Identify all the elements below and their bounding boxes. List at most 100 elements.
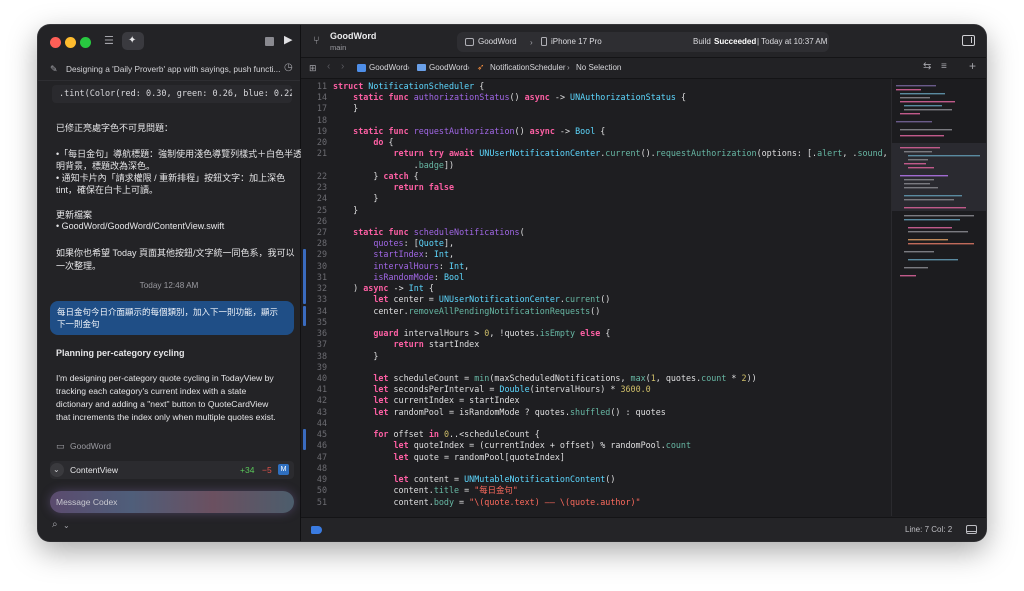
code-line[interactable]: 27 static func scheduleNotifications( — [301, 227, 891, 238]
line-number: 28 — [316, 238, 327, 249]
line-number: 41 — [316, 384, 327, 395]
inspector-toggle-icon[interactable] — [962, 35, 975, 46]
code-line[interactable]: 33 let center = UNUserNotificationCenter… — [301, 294, 891, 305]
code-line[interactable]: .badge]) — [301, 160, 891, 171]
project-name[interactable]: GoodWord — [330, 31, 376, 41]
collapse-button[interactable]: ⌄ — [50, 463, 64, 477]
code-line[interactable]: 38 } — [301, 351, 891, 362]
code-line[interactable]: 25 } — [301, 205, 891, 216]
scheme-name[interactable]: GoodWord — [478, 37, 517, 46]
code-line[interactable]: 50 content.title = "每日金句" — [301, 485, 891, 496]
code-line[interactable]: 28 quotes: [Quote], — [301, 238, 891, 249]
code-line[interactable]: 14 static func authorizationStatus() asy… — [301, 92, 891, 103]
code-line[interactable]: 46 let quoteIndex = (currentIndex + offs… — [301, 440, 891, 451]
code-token: guard — [373, 328, 404, 339]
code-line[interactable]: 31 isRandomMode: Bool — [301, 272, 891, 283]
code-line[interactable]: 36 guard intervalHours > 0, !quotes.isEm… — [301, 328, 891, 339]
code-line[interactable]: 41 let secondsPerInterval = Double(inter… — [301, 384, 891, 395]
list-icon[interactable]: ☰ — [104, 36, 114, 47]
jump-crumb-1[interactable]: GoodWord — [429, 63, 468, 72]
panel-toggle-icon[interactable] — [966, 525, 977, 534]
code-line[interactable]: 22 } catch { — [301, 171, 891, 182]
code-token: , — [464, 260, 470, 271]
code-token: , . — [842, 148, 858, 159]
sparkle-toggle-button[interactable]: ✦ — [122, 32, 144, 50]
code-line[interactable]: 20 do { — [301, 137, 891, 148]
code-line[interactable]: 47 let quote = randomPool[quoteIndex] — [301, 452, 891, 463]
jump-crumb-0[interactable]: GoodWord — [369, 63, 408, 72]
jump-crumb-2[interactable]: NotificationScheduler — [490, 63, 566, 72]
code-line[interactable]: 51 content.body = "\(quote.text) —— \(qu… — [301, 497, 891, 508]
line-number: 48 — [316, 462, 327, 473]
code-line[interactable]: 48 — [301, 463, 891, 474]
code-line[interactable]: 43 let randomPool = isRandomMode ? quote… — [301, 407, 891, 418]
change-indicator[interactable] — [303, 249, 306, 304]
message-input-box[interactable]: Message Codex — [50, 491, 294, 513]
planning-line-3: dictionary and adding a "next" button to… — [56, 399, 269, 409]
line-number: 19 — [316, 125, 327, 136]
code-token: async — [529, 125, 555, 136]
message-input[interactable]: Message Codex — [56, 494, 252, 510]
code-token: return try await — [393, 148, 480, 159]
jump-crumb-3[interactable]: No Selection — [576, 63, 621, 72]
code-token: current — [605, 148, 641, 159]
build-status-prefix: Build — [693, 37, 711, 46]
code-line[interactable]: 24 } — [301, 193, 891, 204]
history-icon[interactable]: ◷ — [284, 63, 293, 73]
code-token: let — [373, 395, 394, 406]
code-line[interactable]: 49 let content = UNMutableNotificationCo… — [301, 474, 891, 485]
code-line[interactable]: 21 return try await UNUserNotificationCe… — [301, 148, 891, 159]
code-line[interactable]: 26 — [301, 216, 891, 227]
code-line[interactable]: 32 ) async -> Int { — [301, 283, 891, 294]
debug-area-icon[interactable] — [311, 526, 322, 534]
code-line[interactable]: 35 — [301, 317, 891, 328]
code-line[interactable]: 37 return startIndex — [301, 339, 891, 350]
code-line[interactable]: 17 } — [301, 103, 891, 114]
branch-name[interactable]: main — [330, 43, 346, 52]
close-window-button[interactable] — [50, 37, 61, 48]
code-line[interactable]: 40 let scheduleCount = min(maxScheduledN… — [301, 373, 891, 384]
code-token: = — [459, 485, 475, 496]
code-line[interactable]: 39 — [301, 362, 891, 373]
attachment-chevron-icon[interactable]: ⌄ — [63, 521, 70, 531]
code-line[interactable]: 29 startIndex: Int, — [301, 249, 891, 260]
code-line[interactable]: 18 — [301, 115, 891, 126]
code-line[interactable]: 45 for offset in 0..<scheduleCount { — [301, 429, 891, 440]
code-editor[interactable]: 11 struct NotificationScheduler {14 stati… — [301, 79, 891, 516]
forward-icon[interactable]: › — [341, 62, 344, 72]
code-token: () — [590, 305, 601, 316]
code-line[interactable]: 42 let currentIndex = startIndex — [301, 395, 891, 406]
code-line[interactable]: 23 return false — [301, 182, 891, 193]
swap-icon[interactable]: ⇆ — [923, 62, 931, 72]
summary-heading: 已修正亮處字色不可見問題： — [56, 123, 174, 133]
attachment-icon[interactable]: ⌕ — [52, 520, 58, 530]
minimap[interactable] — [891, 79, 986, 516]
stop-button[interactable] — [265, 37, 274, 46]
line-number: 11 — [316, 81, 327, 91]
add-editor-icon[interactable]: + — [969, 60, 976, 72]
editor-options-icon[interactable]: ≡ — [941, 62, 947, 72]
change-indicator[interactable] — [303, 305, 306, 327]
minimize-window-button[interactable] — [65, 37, 76, 48]
device-name[interactable]: iPhone 17 Pro — [551, 37, 602, 46]
grid-icon[interactable]: ⊞ — [309, 63, 317, 73]
compose-icon[interactable]: ✎ — [50, 64, 58, 74]
code-text: do { — [333, 137, 393, 148]
code-token: static func — [353, 226, 414, 237]
code-line[interactable]: 19 static func requestAuthorization() as… — [301, 126, 891, 137]
folder-icon: ▭ — [56, 441, 65, 451]
code-line[interactable]: 11 struct NotificationScheduler { — [301, 81, 891, 92]
run-button[interactable]: ▶ — [284, 35, 292, 46]
line-number: 49 — [316, 474, 327, 485]
change-indicator[interactable] — [303, 429, 306, 450]
code-text: let secondsPerInterval = Double(interval… — [333, 384, 650, 395]
code-line[interactable]: 44 — [301, 418, 891, 429]
code-line[interactable]: 30 intervalHours: Int, — [301, 261, 891, 272]
back-icon[interactable]: ‹ — [327, 62, 330, 72]
code-text: intervalHours: Int, — [333, 261, 469, 272]
code-line[interactable]: 34 center.removeAllPendingNotificationRe… — [301, 306, 891, 317]
changed-file-row[interactable]: ⌄ ContentView +34 −5 M — [50, 461, 294, 479]
zoom-window-button[interactable] — [80, 37, 91, 48]
